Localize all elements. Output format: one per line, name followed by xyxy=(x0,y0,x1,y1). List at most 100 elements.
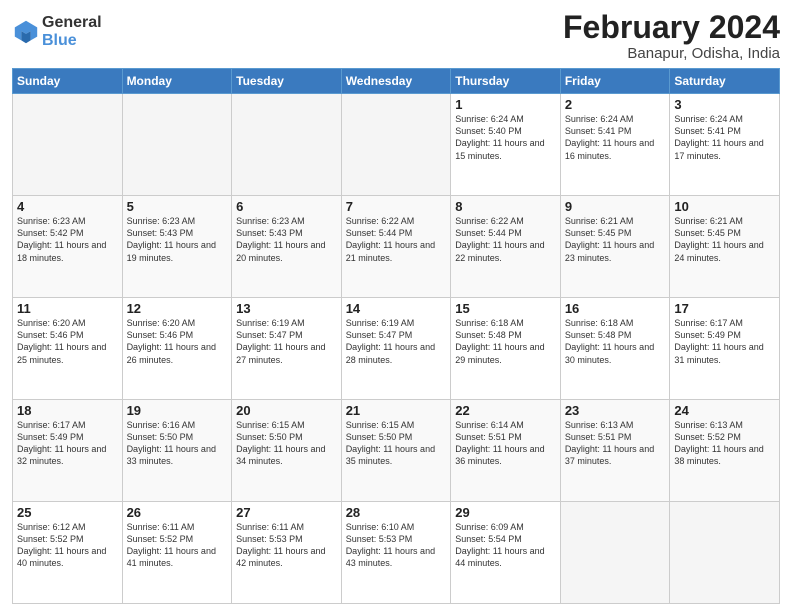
day-number: 13 xyxy=(236,301,337,316)
calendar-cell-0-1 xyxy=(122,94,232,196)
calendar-cell-2-6: 17Sunrise: 6:17 AM Sunset: 5:49 PM Dayli… xyxy=(670,298,780,400)
calendar-cell-2-1: 12Sunrise: 6:20 AM Sunset: 5:46 PM Dayli… xyxy=(122,298,232,400)
day-number: 19 xyxy=(127,403,228,418)
calendar-cell-1-1: 5Sunrise: 6:23 AM Sunset: 5:43 PM Daylig… xyxy=(122,196,232,298)
day-info: Sunrise: 6:23 AM Sunset: 5:43 PM Dayligh… xyxy=(236,215,337,264)
day-info: Sunrise: 6:23 AM Sunset: 5:43 PM Dayligh… xyxy=(127,215,228,264)
calendar-cell-2-3: 14Sunrise: 6:19 AM Sunset: 5:47 PM Dayli… xyxy=(341,298,451,400)
calendar-cell-4-5 xyxy=(560,502,670,604)
calendar-cell-2-5: 16Sunrise: 6:18 AM Sunset: 5:48 PM Dayli… xyxy=(560,298,670,400)
day-number: 16 xyxy=(565,301,666,316)
day-info: Sunrise: 6:24 AM Sunset: 5:40 PM Dayligh… xyxy=(455,113,556,162)
day-number: 20 xyxy=(236,403,337,418)
calendar-cell-3-3: 21Sunrise: 6:15 AM Sunset: 5:50 PM Dayli… xyxy=(341,400,451,502)
day-number: 11 xyxy=(17,301,118,316)
day-number: 3 xyxy=(674,97,775,112)
calendar-cell-4-2: 27Sunrise: 6:11 AM Sunset: 5:53 PM Dayli… xyxy=(232,502,342,604)
col-monday: Monday xyxy=(122,69,232,94)
day-number: 22 xyxy=(455,403,556,418)
day-info: Sunrise: 6:19 AM Sunset: 5:47 PM Dayligh… xyxy=(236,317,337,366)
page: General Blue February 2024 Banapur, Odis… xyxy=(0,0,792,612)
logo-icon xyxy=(12,18,40,46)
day-info: Sunrise: 6:14 AM Sunset: 5:51 PM Dayligh… xyxy=(455,419,556,468)
day-info: Sunrise: 6:18 AM Sunset: 5:48 PM Dayligh… xyxy=(455,317,556,366)
day-number: 14 xyxy=(346,301,447,316)
day-number: 10 xyxy=(674,199,775,214)
logo: General Blue xyxy=(12,10,102,49)
day-number: 15 xyxy=(455,301,556,316)
day-number: 27 xyxy=(236,505,337,520)
logo-text: General Blue xyxy=(42,14,102,49)
day-info: Sunrise: 6:10 AM Sunset: 5:53 PM Dayligh… xyxy=(346,521,447,570)
day-info: Sunrise: 6:11 AM Sunset: 5:52 PM Dayligh… xyxy=(127,521,228,570)
calendar-cell-4-4: 29Sunrise: 6:09 AM Sunset: 5:54 PM Dayli… xyxy=(451,502,561,604)
day-info: Sunrise: 6:13 AM Sunset: 5:52 PM Dayligh… xyxy=(674,419,775,468)
day-number: 24 xyxy=(674,403,775,418)
day-info: Sunrise: 6:18 AM Sunset: 5:48 PM Dayligh… xyxy=(565,317,666,366)
col-tuesday: Tuesday xyxy=(232,69,342,94)
day-info: Sunrise: 6:17 AM Sunset: 5:49 PM Dayligh… xyxy=(17,419,118,468)
calendar-cell-4-6 xyxy=(670,502,780,604)
calendar-cell-3-0: 18Sunrise: 6:17 AM Sunset: 5:49 PM Dayli… xyxy=(13,400,123,502)
calendar-cell-4-0: 25Sunrise: 6:12 AM Sunset: 5:52 PM Dayli… xyxy=(13,502,123,604)
day-number: 12 xyxy=(127,301,228,316)
calendar-cell-1-3: 7Sunrise: 6:22 AM Sunset: 5:44 PM Daylig… xyxy=(341,196,451,298)
day-info: Sunrise: 6:20 AM Sunset: 5:46 PM Dayligh… xyxy=(17,317,118,366)
col-saturday: Saturday xyxy=(670,69,780,94)
header: General Blue February 2024 Banapur, Odis… xyxy=(12,10,780,62)
day-info: Sunrise: 6:15 AM Sunset: 5:50 PM Dayligh… xyxy=(346,419,447,468)
week-row-5: 25Sunrise: 6:12 AM Sunset: 5:52 PM Dayli… xyxy=(13,502,780,604)
col-thursday: Thursday xyxy=(451,69,561,94)
calendar-cell-1-2: 6Sunrise: 6:23 AM Sunset: 5:43 PM Daylig… xyxy=(232,196,342,298)
calendar-table: Sunday Monday Tuesday Wednesday Thursday… xyxy=(12,68,780,604)
calendar-cell-0-3 xyxy=(341,94,451,196)
day-info: Sunrise: 6:13 AM Sunset: 5:51 PM Dayligh… xyxy=(565,419,666,468)
calendar-cell-1-6: 10Sunrise: 6:21 AM Sunset: 5:45 PM Dayli… xyxy=(670,196,780,298)
day-number: 28 xyxy=(346,505,447,520)
calendar-cell-0-2 xyxy=(232,94,342,196)
day-number: 17 xyxy=(674,301,775,316)
day-info: Sunrise: 6:19 AM Sunset: 5:47 PM Dayligh… xyxy=(346,317,447,366)
day-info: Sunrise: 6:23 AM Sunset: 5:42 PM Dayligh… xyxy=(17,215,118,264)
calendar-cell-3-2: 20Sunrise: 6:15 AM Sunset: 5:50 PM Dayli… xyxy=(232,400,342,502)
day-number: 9 xyxy=(565,199,666,214)
day-info: Sunrise: 6:16 AM Sunset: 5:50 PM Dayligh… xyxy=(127,419,228,468)
day-info: Sunrise: 6:21 AM Sunset: 5:45 PM Dayligh… xyxy=(674,215,775,264)
month-title: February 2024 xyxy=(563,10,780,45)
day-info: Sunrise: 6:24 AM Sunset: 5:41 PM Dayligh… xyxy=(565,113,666,162)
calendar-cell-3-4: 22Sunrise: 6:14 AM Sunset: 5:51 PM Dayli… xyxy=(451,400,561,502)
calendar-cell-2-4: 15Sunrise: 6:18 AM Sunset: 5:48 PM Dayli… xyxy=(451,298,561,400)
day-info: Sunrise: 6:11 AM Sunset: 5:53 PM Dayligh… xyxy=(236,521,337,570)
calendar-cell-3-1: 19Sunrise: 6:16 AM Sunset: 5:50 PM Dayli… xyxy=(122,400,232,502)
day-number: 21 xyxy=(346,403,447,418)
calendar-cell-3-6: 24Sunrise: 6:13 AM Sunset: 5:52 PM Dayli… xyxy=(670,400,780,502)
day-number: 7 xyxy=(346,199,447,214)
day-info: Sunrise: 6:09 AM Sunset: 5:54 PM Dayligh… xyxy=(455,521,556,570)
calendar-cell-0-4: 1Sunrise: 6:24 AM Sunset: 5:40 PM Daylig… xyxy=(451,94,561,196)
location: Banapur, Odisha, India xyxy=(563,45,780,62)
title-block: February 2024 Banapur, Odisha, India xyxy=(563,10,780,62)
day-number: 23 xyxy=(565,403,666,418)
day-number: 8 xyxy=(455,199,556,214)
day-info: Sunrise: 6:21 AM Sunset: 5:45 PM Dayligh… xyxy=(565,215,666,264)
day-number: 25 xyxy=(17,505,118,520)
day-number: 1 xyxy=(455,97,556,112)
day-info: Sunrise: 6:22 AM Sunset: 5:44 PM Dayligh… xyxy=(346,215,447,264)
day-number: 2 xyxy=(565,97,666,112)
calendar-cell-1-0: 4Sunrise: 6:23 AM Sunset: 5:42 PM Daylig… xyxy=(13,196,123,298)
day-info: Sunrise: 6:15 AM Sunset: 5:50 PM Dayligh… xyxy=(236,419,337,468)
day-info: Sunrise: 6:12 AM Sunset: 5:52 PM Dayligh… xyxy=(17,521,118,570)
calendar-cell-1-4: 8Sunrise: 6:22 AM Sunset: 5:44 PM Daylig… xyxy=(451,196,561,298)
week-row-2: 4Sunrise: 6:23 AM Sunset: 5:42 PM Daylig… xyxy=(13,196,780,298)
week-row-3: 11Sunrise: 6:20 AM Sunset: 5:46 PM Dayli… xyxy=(13,298,780,400)
col-wednesday: Wednesday xyxy=(341,69,451,94)
day-number: 26 xyxy=(127,505,228,520)
day-number: 18 xyxy=(17,403,118,418)
day-info: Sunrise: 6:17 AM Sunset: 5:49 PM Dayligh… xyxy=(674,317,775,366)
day-number: 6 xyxy=(236,199,337,214)
calendar-cell-4-3: 28Sunrise: 6:10 AM Sunset: 5:53 PM Dayli… xyxy=(341,502,451,604)
day-number: 5 xyxy=(127,199,228,214)
week-row-1: 1Sunrise: 6:24 AM Sunset: 5:40 PM Daylig… xyxy=(13,94,780,196)
calendar-cell-4-1: 26Sunrise: 6:11 AM Sunset: 5:52 PM Dayli… xyxy=(122,502,232,604)
day-info: Sunrise: 6:20 AM Sunset: 5:46 PM Dayligh… xyxy=(127,317,228,366)
